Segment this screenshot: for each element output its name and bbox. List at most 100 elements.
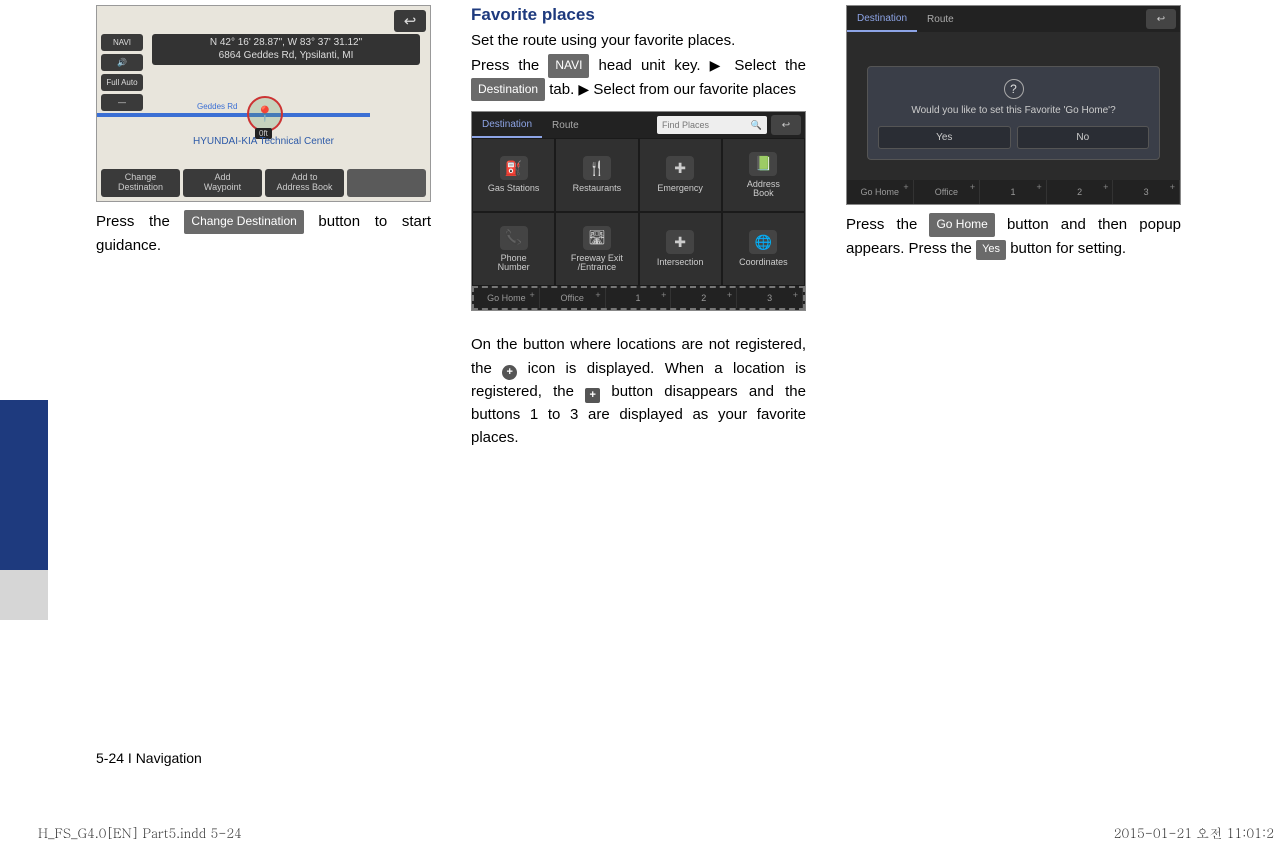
t: Address Book [747, 180, 780, 200]
road-label: Geddes Rd [197, 102, 237, 111]
map-address: 6864 Geddes Rd, Ypsilanti, MI [156, 50, 416, 63]
t: button for setting. [1006, 240, 1126, 257]
map-side-controls: NAVI 🔊 Full Auto — [101, 34, 143, 114]
fav-2: 2 [1047, 180, 1114, 204]
col2-p3: On the button where locations are not re… [471, 333, 806, 449]
fav-1: 1 [980, 180, 1047, 204]
arrow-icon: ▶ [710, 57, 726, 73]
route-line [97, 113, 370, 117]
print-meta: H_FS_G4.0[EN] Part5.indd 5-24 2015-01-21… [38, 823, 1276, 842]
dialog-message: Would you like to set this Favorite 'Go … [878, 105, 1149, 116]
fav-gohome: Go Home [474, 288, 540, 308]
no-button: No [1017, 126, 1150, 149]
page-footer: 5-24 I Navigation [96, 750, 202, 766]
arrow-icon: ▶ [578, 81, 589, 97]
print-meta-left: H_FS_G4.0[EN] Part5.indd 5-24 [38, 823, 242, 842]
change-destination-inline-button: Change Destination [184, 210, 303, 234]
section-tab-blue [0, 400, 48, 570]
tab-destination: Destination [847, 6, 917, 32]
t: Press the [96, 213, 184, 230]
search-placeholder: Find Places [662, 120, 709, 130]
yes-button: Yes [878, 126, 1011, 149]
t: Intersection [657, 258, 704, 268]
plus-circle-icon: + [502, 365, 517, 380]
print-meta-right: 2015-01-21 오전 11:01:2 [1114, 823, 1274, 842]
col2-p1: Set the route using your favorite places… [471, 29, 806, 52]
favorites-row: Go Home Office 1 2 3 [847, 180, 1180, 204]
search-icon: 🔍 [751, 120, 762, 131]
column-2: Favorite places Set the route using your… [471, 5, 806, 450]
favorites-row: Go Home Office 1 2 3 [472, 286, 805, 310]
dest-cell: ✚ Emergency [639, 138, 722, 212]
coordinates-icon: 🌐 [749, 230, 777, 254]
dest-cell: 🌐 Coordinates [722, 212, 805, 286]
blank-button [347, 169, 426, 197]
back-icon: ↩ [394, 10, 426, 32]
navi-chip: NAVI [101, 34, 143, 51]
dialog-buttons: Yes No [878, 126, 1149, 149]
t: Coordinates [739, 258, 788, 268]
phone-icon: 📞 [500, 226, 528, 250]
screenshot-popup: Destination Route ↩ ? Would you like to … [846, 5, 1181, 205]
question-icon: ? [1004, 79, 1024, 99]
emergency-icon: ✚ [666, 156, 694, 180]
navi-inline-button: NAVI [548, 54, 589, 78]
map-pin-icon: 📍 [247, 96, 283, 132]
t: Gas Stations [488, 184, 540, 194]
screenshot-map: ↩ NAVI 🔊 Full Auto — N 42° 16' 28.87", W… [96, 5, 431, 202]
dest-cell: 📗 Address Book [722, 138, 805, 212]
t: tab. [545, 81, 578, 98]
fav-gohome: Go Home [847, 180, 914, 204]
map-center-label: HYUNDAI-KIA Technical Center [97, 136, 430, 147]
fav-office: Office [914, 180, 981, 204]
map-bottom-buttons: Change Destination Add Waypoint Add to A… [101, 169, 426, 197]
addressbook-icon: 📗 [749, 152, 777, 176]
fav-3: 3 [737, 288, 803, 308]
col3-p1: Press the Go Home button and then popup … [846, 213, 1181, 260]
fav-office: Office [540, 288, 606, 308]
add-waypoint-button: Add Waypoint [183, 169, 262, 197]
col2-p2: Press the NAVI head unit key. ▶ Select t… [471, 54, 806, 101]
fav-3: 3 [1113, 180, 1180, 204]
t: Freeway Exit /Entrance [571, 254, 623, 274]
tab-route: Route [542, 112, 589, 138]
t: Select from our favorite places [589, 81, 796, 98]
back-icon: ↩ [771, 115, 801, 135]
dest-tab-bar: Destination Route ↩ [847, 6, 1180, 32]
col1-text: Press the Change Destination button to s… [96, 210, 431, 257]
t: Phone Number [498, 254, 530, 274]
dest-cell: ⛽ Gas Stations [472, 138, 555, 212]
dest-cell: 📞 Phone Number [472, 212, 555, 286]
confirm-dialog: ? Would you like to set this Favorite 'G… [867, 66, 1160, 160]
intersection-icon: ✚ [666, 230, 694, 254]
t: Press the [846, 216, 929, 233]
yes-inline-button: Yes [976, 240, 1006, 260]
search-input: Find Places 🔍 [657, 116, 767, 134]
screenshot-destination-grid: Destination Route Find Places 🔍 ↩ ⛽ Gas St… [471, 111, 806, 311]
tab-destination: Destination [472, 112, 542, 138]
dest-cell: 🛣Freeway Exit /Entrance [555, 212, 638, 286]
fav-2: 2 [671, 288, 737, 308]
back-icon: ↩ [1146, 9, 1176, 29]
gas-icon: ⛽ [500, 156, 528, 180]
map-address-bar: N 42° 16' 28.87", W 83° 37' 31.12" 6864 … [152, 34, 420, 65]
minus-icon: — [101, 94, 143, 111]
destination-inline-button: Destination [471, 78, 545, 102]
restaurant-icon: 🍴 [583, 156, 611, 180]
page: ↩ NAVI 🔊 Full Auto — N 42° 16' 28.87", W… [48, 0, 1276, 852]
t: Select the [725, 57, 806, 74]
dest-cell: 🍴Restaurants [555, 138, 638, 212]
t: Emergency [657, 184, 703, 194]
column-1: ↩ NAVI 🔊 Full Auto — N 42° 16' 28.87", W… [96, 5, 431, 450]
change-destination-button: Change Destination [101, 169, 180, 197]
gohome-inline-button: Go Home [929, 213, 994, 237]
t: Press the [471, 57, 548, 74]
tab-route: Route [917, 6, 964, 32]
fullauto-chip: Full Auto [101, 74, 143, 91]
dest-grid: ⛽ Gas Stations 🍴Restaurants ✚ Emergency 📗 A… [472, 138, 805, 286]
map-coords: N 42° 16' 28.87", W 83° 37' 31.12" [156, 37, 416, 50]
section-tab-gray [0, 570, 48, 620]
speaker-icon: 🔊 [101, 54, 143, 71]
plus-square-icon: + [585, 388, 600, 403]
dest-tab-bar: Destination Route Find Places 🔍 ↩ [472, 112, 805, 138]
